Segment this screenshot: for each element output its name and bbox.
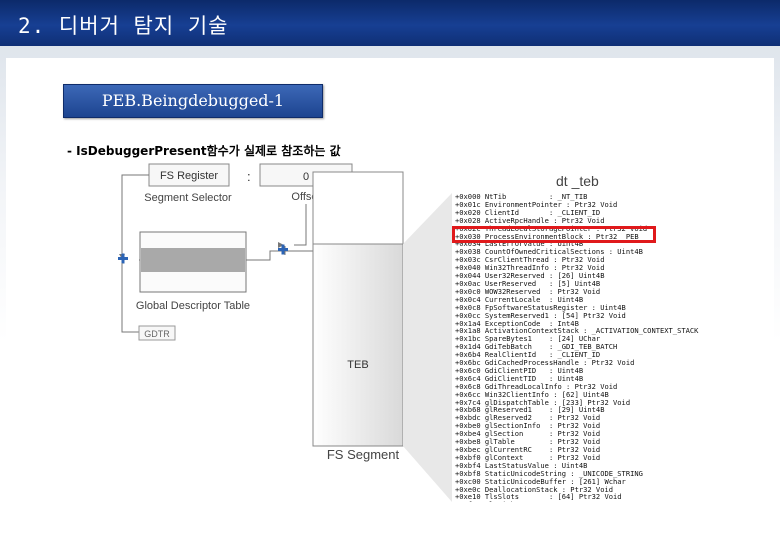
page-title: 2. 디버거 탐지 기술 <box>18 14 229 38</box>
teb-block <box>312 243 404 447</box>
teb-projection <box>403 193 452 502</box>
slide-subtitle: - IsDebuggerPresent함수가 실제로 참조하는 값 <box>67 144 341 158</box>
dt-teb-title: dt _teb <box>556 173 599 189</box>
segment-selector-label: Segment Selector <box>144 192 232 204</box>
peb-highlight-box <box>452 226 656 243</box>
gdt-selected-entry <box>141 248 245 272</box>
offset-connector <box>294 204 307 246</box>
gdtr-label: GDTR <box>144 329 170 339</box>
section-title-pill: PEB.Beingdebugged-1 <box>63 84 323 118</box>
fs-register-label: FS Register <box>160 170 218 182</box>
colon-separator: : <box>247 169 251 184</box>
gdt-label: Global Descriptor Table <box>136 300 250 312</box>
offset-value: 0 <box>303 171 309 183</box>
teb-figure: FS Register : 0 Segment Selector Offset … <box>116 162 714 502</box>
plus-icon-left <box>118 253 128 264</box>
base-connector <box>246 250 285 261</box>
teb-label: TEB <box>347 359 368 371</box>
gdtr-connector <box>121 263 139 333</box>
teb-row: +0xf10 TlsLinks : _LIST_ENTRY <box>455 501 714 502</box>
fs-segment-label: FS Segment <box>327 447 400 462</box>
header-bar: 2. 디버거 탐지 기술 <box>0 0 780 46</box>
